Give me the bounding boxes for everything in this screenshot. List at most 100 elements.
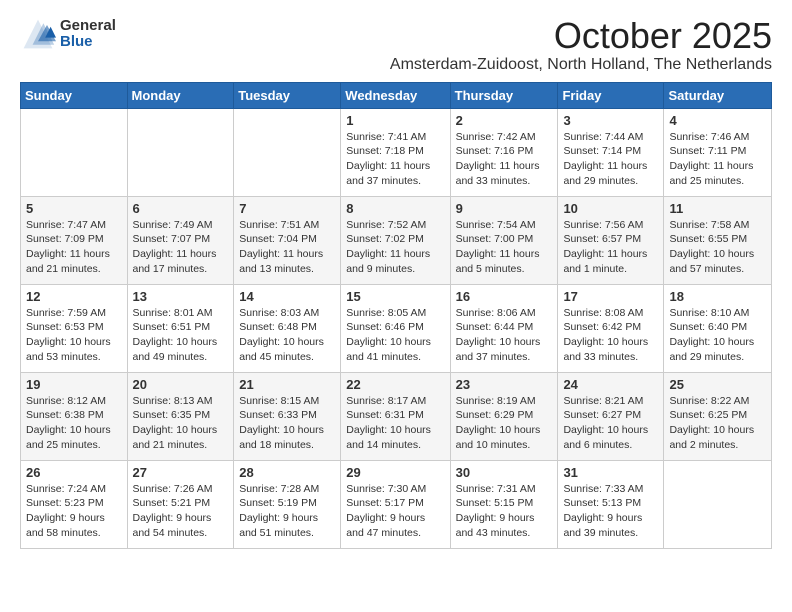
day-cell	[234, 108, 341, 196]
logo: General Blue	[20, 16, 116, 52]
day-number: 1	[346, 113, 444, 128]
day-number: 18	[669, 289, 766, 304]
day-number: 30	[456, 465, 553, 480]
day-info: Sunrise: 7:41 AMSunset: 7:18 PMDaylight:…	[346, 130, 444, 189]
day-info: Sunrise: 7:56 AMSunset: 6:57 PMDaylight:…	[563, 218, 658, 277]
day-cell: 26 Sunrise: 7:24 AMSunset: 5:23 PMDayligh…	[21, 460, 128, 548]
logo-text: General Blue	[60, 18, 116, 51]
day-number: 7	[239, 201, 335, 216]
day-info: Sunrise: 7:30 AMSunset: 5:17 PMDaylight:…	[346, 482, 444, 541]
day-info: Sunrise: 7:52 AMSunset: 7:02 PMDaylight:…	[346, 218, 444, 277]
day-cell	[127, 108, 234, 196]
day-number: 13	[133, 289, 229, 304]
week-row-4: 19 Sunrise: 8:12 AMSunset: 6:38 PMDayligh…	[21, 372, 772, 460]
day-cell: 25Sunrise: 8:22 AMSunset: 6:25 PMDayligh…	[664, 372, 772, 460]
day-cell: 27Sunrise: 7:26 AMSunset: 5:21 PMDayligh…	[127, 460, 234, 548]
day-cell: 16Sunrise: 8:06 AMSunset: 6:44 PMDayligh…	[450, 284, 558, 372]
day-cell: 13 Sunrise: 8:01 AMSunset: 6:51 PMDayligh…	[127, 284, 234, 372]
day-cell: 22Sunrise: 8:17 AMSunset: 6:31 PMDayligh…	[341, 372, 450, 460]
day-number: 23	[456, 377, 553, 392]
logo-blue-text: Blue	[60, 34, 116, 51]
day-cell: 29 Sunrise: 7:30 AMSunset: 5:17 PMDayligh…	[341, 460, 450, 548]
day-number: 27	[133, 465, 229, 480]
day-info: Sunrise: 7:46 AMSunset: 7:11 PMDaylight:…	[669, 130, 766, 189]
day-info: Sunrise: 8:08 AMSunset: 6:42 PMDaylight:…	[563, 306, 658, 365]
day-number: 21	[239, 377, 335, 392]
day-cell: 3Sunrise: 7:44 AMSunset: 7:14 PMDaylight…	[558, 108, 664, 196]
day-number: 9	[456, 201, 553, 216]
day-info: Sunrise: 7:51 AMSunset: 7:04 PMDaylight:…	[239, 218, 335, 277]
month-title: October 2025	[390, 16, 772, 56]
day-cell: 20Sunrise: 8:13 AMSunset: 6:35 PMDayligh…	[127, 372, 234, 460]
logo-general-text: General	[60, 18, 116, 35]
day-info: Sunrise: 8:15 AMSunset: 6:33 PMDaylight:…	[239, 394, 335, 453]
day-cell	[664, 460, 772, 548]
day-info: Sunrise: 7:33 AMSunset: 5:13 PMDaylight:…	[563, 482, 658, 541]
day-number: 11	[669, 201, 766, 216]
day-info: Sunrise: 7:47 AMSunset: 7:09 PMDaylight:…	[26, 218, 122, 277]
day-cell: 10 Sunrise: 7:56 AMSunset: 6:57 PMDayligh…	[558, 196, 664, 284]
day-info: Sunrise: 7:54 AMSunset: 7:00 PMDaylight:…	[456, 218, 553, 277]
calendar-body: 1 Sunrise: 7:41 AMSunset: 7:18 PMDaylight…	[21, 108, 772, 548]
col-thursday: Thursday	[450, 82, 558, 108]
calendar-table: Sunday Monday Tuesday Wednesday Thursday…	[20, 82, 772, 549]
day-cell: 17Sunrise: 8:08 AMSunset: 6:42 PMDayligh…	[558, 284, 664, 372]
day-number: 14	[239, 289, 335, 304]
day-cell: 23 Sunrise: 8:19 AMSunset: 6:29 PMDayligh…	[450, 372, 558, 460]
day-cell: 7 Sunrise: 7:51 AMSunset: 7:04 PMDaylight…	[234, 196, 341, 284]
day-info: Sunrise: 8:22 AMSunset: 6:25 PMDaylight:…	[669, 394, 766, 453]
day-info: Sunrise: 7:42 AMSunset: 7:16 PMDaylight:…	[456, 130, 553, 189]
header: General Blue October 2025 Amsterdam-Zuid…	[20, 16, 772, 74]
day-number: 22	[346, 377, 444, 392]
day-info: Sunrise: 8:19 AMSunset: 6:29 PMDaylight:…	[456, 394, 553, 453]
day-cell: 31 Sunrise: 7:33 AMSunset: 5:13 PMDayligh…	[558, 460, 664, 548]
day-number: 19	[26, 377, 122, 392]
day-number: 6	[133, 201, 229, 216]
day-info: Sunrise: 8:03 AMSunset: 6:48 PMDaylight:…	[239, 306, 335, 365]
day-cell: 21 Sunrise: 8:15 AMSunset: 6:33 PMDayligh…	[234, 372, 341, 460]
day-info: Sunrise: 7:31 AMSunset: 5:15 PMDaylight:…	[456, 482, 553, 541]
day-cell: 5 Sunrise: 7:47 AMSunset: 7:09 PMDaylight…	[21, 196, 128, 284]
day-number: 8	[346, 201, 444, 216]
col-friday: Friday	[558, 82, 664, 108]
day-number: 10	[563, 201, 658, 216]
day-cell: 12Sunrise: 7:59 AMSunset: 6:53 PMDayligh…	[21, 284, 128, 372]
day-info: Sunrise: 8:01 AMSunset: 6:51 PMDaylight:…	[133, 306, 229, 365]
day-number: 5	[26, 201, 122, 216]
title-block: October 2025 Amsterdam-Zuidoost, North H…	[390, 16, 772, 74]
day-cell: 15 Sunrise: 8:05 AMSunset: 6:46 PMDayligh…	[341, 284, 450, 372]
day-cell: 6 Sunrise: 7:49 AMSunset: 7:07 PMDaylight…	[127, 196, 234, 284]
day-cell: 30 Sunrise: 7:31 AMSunset: 5:15 PMDayligh…	[450, 460, 558, 548]
day-number: 20	[133, 377, 229, 392]
day-cell: 8 Sunrise: 7:52 AMSunset: 7:02 PMDaylight…	[341, 196, 450, 284]
calendar-header: Sunday Monday Tuesday Wednesday Thursday…	[21, 82, 772, 108]
day-info: Sunrise: 8:12 AMSunset: 6:38 PMDaylight:…	[26, 394, 122, 453]
day-number: 2	[456, 113, 553, 128]
day-number: 4	[669, 113, 766, 128]
weekday-row: Sunday Monday Tuesday Wednesday Thursday…	[21, 82, 772, 108]
week-row-5: 26 Sunrise: 7:24 AMSunset: 5:23 PMDayligh…	[21, 460, 772, 548]
day-number: 29	[346, 465, 444, 480]
day-number: 15	[346, 289, 444, 304]
col-monday: Monday	[127, 82, 234, 108]
day-cell: 18Sunrise: 8:10 AMSunset: 6:40 PMDayligh…	[664, 284, 772, 372]
day-info: Sunrise: 7:59 AMSunset: 6:53 PMDaylight:…	[26, 306, 122, 365]
day-info: Sunrise: 8:05 AMSunset: 6:46 PMDaylight:…	[346, 306, 444, 365]
day-cell: 2 Sunrise: 7:42 AMSunset: 7:16 PMDaylight…	[450, 108, 558, 196]
day-info: Sunrise: 7:44 AMSunset: 7:14 PMDaylight:…	[563, 130, 658, 189]
day-number: 24	[563, 377, 658, 392]
day-cell: 4 Sunrise: 7:46 AMSunset: 7:11 PMDaylight…	[664, 108, 772, 196]
day-cell	[21, 108, 128, 196]
day-number: 31	[563, 465, 658, 480]
day-info: Sunrise: 7:24 AMSunset: 5:23 PMDaylight:…	[26, 482, 122, 541]
col-tuesday: Tuesday	[234, 82, 341, 108]
day-info: Sunrise: 7:49 AMSunset: 7:07 PMDaylight:…	[133, 218, 229, 277]
col-saturday: Saturday	[664, 82, 772, 108]
day-cell: 24Sunrise: 8:21 AMSunset: 6:27 PMDayligh…	[558, 372, 664, 460]
day-cell: 11Sunrise: 7:58 AMSunset: 6:55 PMDayligh…	[664, 196, 772, 284]
day-cell: 9 Sunrise: 7:54 AMSunset: 7:00 PMDaylight…	[450, 196, 558, 284]
calendar-container: General Blue October 2025 Amsterdam-Zuid…	[0, 0, 792, 561]
day-number: 26	[26, 465, 122, 480]
week-row-2: 5 Sunrise: 7:47 AMSunset: 7:09 PMDaylight…	[21, 196, 772, 284]
location-title: Amsterdam-Zuidoost, North Holland, The N…	[390, 56, 772, 74]
